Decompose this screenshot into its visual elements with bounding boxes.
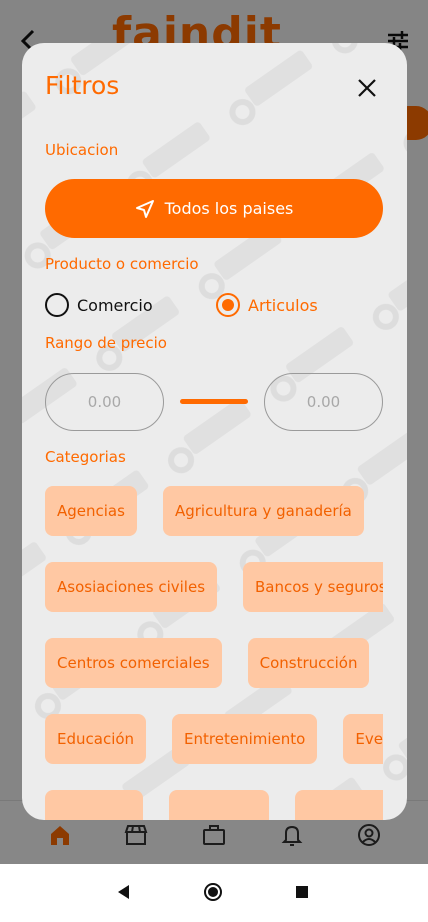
country-button-label: Todos los paises — [164, 199, 294, 218]
category-row: Centros comerciales Construcción — [45, 638, 370, 688]
price-range-separator — [180, 399, 248, 404]
radio-selected — [216, 293, 240, 317]
location-label: Ubicacion — [45, 141, 119, 159]
category-row: Educación Entretenimiento Eventos — [45, 714, 383, 764]
radio-unselected — [45, 293, 69, 317]
category-chip[interactable]: Agricultura y ganadería — [162, 486, 364, 536]
category-chip[interactable]: Asosiaciones civiles — [45, 562, 218, 612]
navigation-arrow-icon — [135, 199, 154, 218]
system-navigation-bar — [0, 864, 428, 922]
category-chip[interactable]: Bancos y seguros — [243, 562, 383, 612]
system-back-icon[interactable] — [114, 882, 134, 902]
category-chip[interactable]: Construcción — [247, 638, 370, 688]
category-chip[interactable]: Educación — [45, 714, 147, 764]
category-row: Asosiaciones civiles Bancos y seguros — [45, 562, 383, 612]
category-chip[interactable]: Agencias — [45, 486, 137, 536]
system-recents-icon[interactable] — [292, 882, 312, 902]
category-chip[interactable]: Entretenimiento — [172, 714, 318, 764]
radio-articulos[interactable]: Articulos — [216, 293, 318, 317]
modal-title: Filtros — [45, 71, 120, 100]
filters-modal: Filtros Ubicacion Todos los paises Produ… — [22, 43, 407, 820]
radio-comercio-label: Comercio — [77, 295, 153, 315]
radio-comercio[interactable]: Comercio — [45, 293, 153, 317]
price-max-input[interactable] — [264, 373, 383, 431]
country-select-button[interactable]: Todos los paises — [45, 179, 383, 238]
categories-label: Categorias — [45, 448, 126, 466]
category-chip[interactable] — [169, 790, 269, 820]
category-row — [45, 790, 383, 820]
system-home-icon[interactable] — [203, 882, 223, 902]
category-row: Agencias Agricultura y ganadería — [45, 486, 364, 536]
price-min-input[interactable] — [45, 373, 164, 431]
price-range-label: Rango de precio — [45, 334, 167, 352]
type-label: Producto o comercio — [45, 255, 199, 273]
category-chip[interactable] — [45, 790, 143, 820]
categories-list: Agencias Agricultura y ganadería Asosiac… — [45, 486, 383, 820]
radio-articulos-label: Articulos — [248, 295, 318, 315]
close-icon[interactable] — [356, 77, 378, 99]
category-chip[interactable]: Eventos — [343, 714, 383, 764]
category-chip[interactable]: Centros comerciales — [45, 638, 222, 688]
category-chip[interactable] — [295, 790, 383, 820]
